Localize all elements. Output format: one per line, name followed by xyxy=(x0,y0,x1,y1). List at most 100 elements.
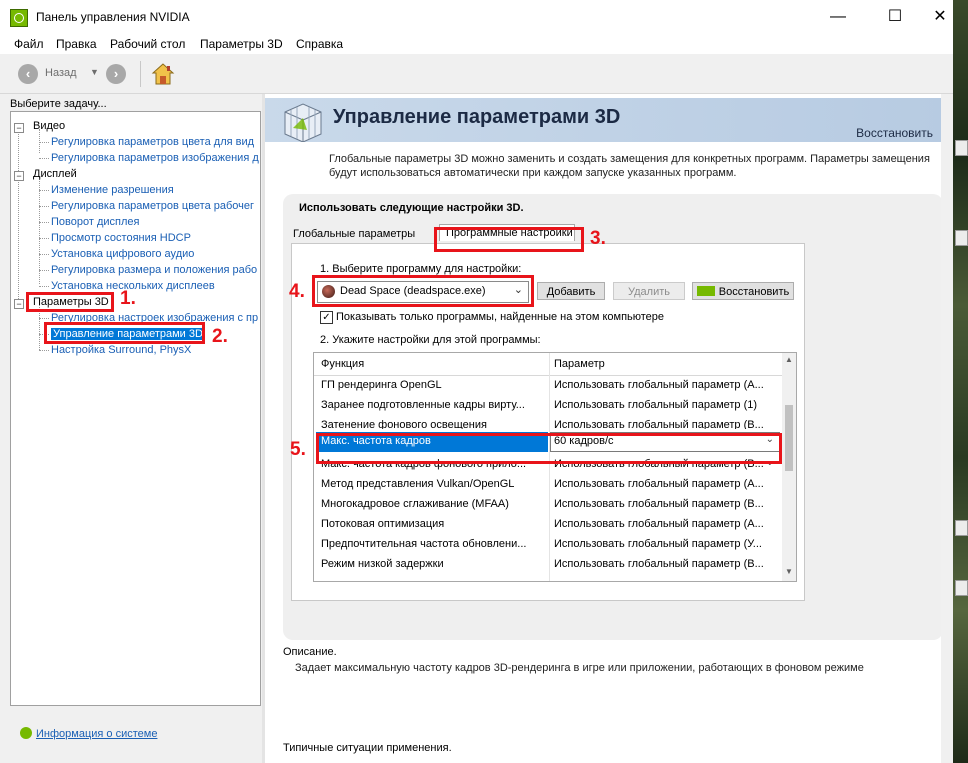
restore-defaults-link[interactable]: Восстановить xyxy=(856,126,933,140)
table-row[interactable]: Режим низкой задержки Использовать глобал… xyxy=(314,555,782,575)
row-parameter: Использовать глобальный параметр (В... xyxy=(554,558,764,570)
menu-bar: Файл Правка Рабочий стол Параметры 3D Сп… xyxy=(0,34,953,54)
step1-label: 1. Выберите программу для настройки: xyxy=(320,263,522,275)
menu-desktop[interactable]: Рабочий стол xyxy=(110,37,185,51)
table-row[interactable]: Предпочтительная частота обновлени... Исп… xyxy=(314,535,782,555)
usage-label: Типичные ситуации применения. xyxy=(283,742,452,754)
history-dropdown-icon[interactable]: ▼ xyxy=(90,67,99,77)
table-row[interactable]: Затенение фонового освещения Использовать… xyxy=(314,416,782,429)
step2-label: 2. Укажите настройки для этой программы: xyxy=(320,334,541,346)
nvidia-app-icon xyxy=(10,9,28,27)
row-function: Затенение фонового освещения xyxy=(321,419,487,429)
tree-item-video-image[interactable]: Регулировка параметров изображения д xyxy=(51,152,259,164)
annotation-box-program-select xyxy=(312,275,534,307)
3d-cube-icon xyxy=(277,98,329,143)
tab-global-settings[interactable]: Глобальные параметры xyxy=(293,226,417,243)
annotation-number-2: 2. xyxy=(212,326,228,347)
tree-item-digital-audio[interactable]: Установка цифрового аудио xyxy=(51,248,194,260)
row-parameter: Использовать глобальный параметр (В... xyxy=(554,419,764,429)
annotation-box-program-tab xyxy=(434,227,584,252)
settings-table: Функция Параметр ГП рендеринга OpenGL Исп… xyxy=(313,352,797,582)
page-title: Управление параметрами 3D xyxy=(333,106,621,128)
back-label[interactable]: Назад xyxy=(45,67,77,79)
tree-item-change-resolution[interactable]: Изменение разрешения xyxy=(51,184,174,196)
row-parameter: Использовать глобальный параметр (А... xyxy=(554,478,764,490)
desktop-background xyxy=(953,0,968,763)
forward-arrow-icon[interactable]: › xyxy=(106,64,126,84)
task-pane: Выберите задачу... − Видео Регулировка п… xyxy=(0,94,262,763)
tree-item-desktop-color[interactable]: Регулировка параметров цвета рабочег xyxy=(51,200,254,212)
maximize-button[interactable]: ☐ xyxy=(872,0,918,34)
delete-button-label: Удалить xyxy=(628,286,670,298)
menu-edit[interactable]: Правка xyxy=(56,37,97,51)
row-function: Потоковая оптимизация xyxy=(321,518,445,530)
row-function: ГП рендеринга OpenGL xyxy=(321,379,442,391)
nvidia-icon xyxy=(696,286,715,296)
table-row[interactable]: Заранее подготовленные кадры вирту... Исп… xyxy=(314,396,782,416)
column-header-parameter[interactable]: Параметр xyxy=(554,353,605,375)
tree-category-video[interactable]: Видео xyxy=(33,120,65,132)
tree-item-rotate-display[interactable]: Поворот дисплея xyxy=(51,216,139,228)
system-info-icon xyxy=(20,727,32,739)
table-row[interactable]: Метод представления Vulkan/OpenGL Использ… xyxy=(314,475,782,495)
tree-item-hdcp-status[interactable]: Просмотр состояния HDCP xyxy=(51,232,191,244)
annotation-box-manage-3d xyxy=(44,322,205,344)
collapse-3d-toggle[interactable]: − xyxy=(14,299,24,309)
show-only-installed-label: Показывать только программы, найденные н… xyxy=(336,311,665,323)
title-bar: Панель управления NVIDIA — ☐ ✕ xyxy=(0,0,953,34)
main-vertical-scrollbar[interactable] xyxy=(941,94,953,763)
back-arrow-icon[interactable]: ‹ xyxy=(18,64,38,84)
menu-help[interactable]: Справка xyxy=(296,37,343,51)
table-vertical-scrollbar[interactable]: ▲ ▼ xyxy=(782,353,796,581)
scroll-down-icon[interactable]: ▼ xyxy=(785,567,793,576)
window-title: Панель управления NVIDIA xyxy=(36,10,190,24)
restore-button-label: Восстановить xyxy=(718,286,790,298)
collapse-display-toggle[interactable]: − xyxy=(14,171,24,181)
table-row[interactable]: Потоковая оптимизация Использовать глобал… xyxy=(314,515,782,535)
add-program-button[interactable]: Добавить xyxy=(537,282,605,300)
menu-file[interactable]: Файл xyxy=(14,37,44,51)
toolbar-separator xyxy=(140,61,141,87)
row-parameter: Использовать глобальный параметр (У... xyxy=(554,538,762,550)
row-parameter: Использовать глобальный параметр (А... xyxy=(554,379,764,391)
desktop-icon xyxy=(955,580,968,596)
toolbar: ‹ Назад ▼ › xyxy=(0,55,953,94)
tree-item-desktop-size[interactable]: Регулировка размера и положения рабо xyxy=(51,264,257,276)
row-function: Метод представления Vulkan/OpenGL xyxy=(321,478,515,490)
home-icon[interactable] xyxy=(150,61,176,87)
main-content: Управление параметрами 3D Восстановить Г… xyxy=(265,94,953,763)
annotation-box-max-fps xyxy=(316,433,782,464)
description-label: Описание. xyxy=(283,646,337,658)
delete-program-button[interactable]: Удалить xyxy=(613,282,685,300)
task-pane-caption: Выберите задачу... xyxy=(10,98,107,110)
table-row[interactable]: Многокадровое сглаживание (MFAA) Использо… xyxy=(314,495,782,515)
menu-3d-settings[interactable]: Параметры 3D xyxy=(200,37,283,51)
collapse-video-toggle[interactable]: − xyxy=(14,123,24,133)
tree-item-surround-physx[interactable]: Настройка Surround, PhysX xyxy=(51,344,191,356)
row-parameter: Использовать глобальный параметр (А... xyxy=(554,518,764,530)
scroll-up-icon[interactable]: ▲ xyxy=(785,355,793,364)
restore-program-button[interactable]: Восстановить xyxy=(692,282,794,300)
annotation-number-5: 5. xyxy=(290,439,306,460)
desktop-icon xyxy=(955,520,968,536)
system-info-link[interactable]: Информация о системе xyxy=(20,727,157,740)
system-info-label: Информация о системе xyxy=(36,728,158,740)
row-function: Предпочтительная частота обновлени... xyxy=(321,538,527,550)
tree-item-video-color[interactable]: Регулировка параметров цвета для вид xyxy=(51,136,254,148)
tree-category-display[interactable]: Дисплей xyxy=(33,168,77,180)
minimize-button[interactable]: — xyxy=(815,0,861,34)
annotation-number-3: 3. xyxy=(590,228,606,249)
table-row[interactable]: ГП рендеринга OpenGL Использовать глобаль… xyxy=(314,376,782,396)
page-banner: Управление параметрами 3D Восстановить xyxy=(265,98,945,143)
close-button[interactable]: ✕ xyxy=(917,0,953,34)
table-scroll-thumb[interactable] xyxy=(785,405,793,471)
column-header-function[interactable]: Функция xyxy=(321,353,365,375)
description-text: Задает максимальную частоту кадров 3D-ре… xyxy=(295,662,864,674)
annotation-number-1: 1. xyxy=(120,288,136,309)
settings-group-title: Использовать следующие настройки 3D. xyxy=(299,202,524,214)
annotation-number-4: 4. xyxy=(289,281,305,302)
row-function: Заранее подготовленные кадры вирту... xyxy=(321,399,525,411)
nvidia-control-panel-window: Панель управления NVIDIA — ☐ ✕ Файл Прав… xyxy=(0,0,954,763)
table-header xyxy=(314,353,782,376)
show-only-installed-checkbox[interactable]: ✓ xyxy=(320,311,333,324)
